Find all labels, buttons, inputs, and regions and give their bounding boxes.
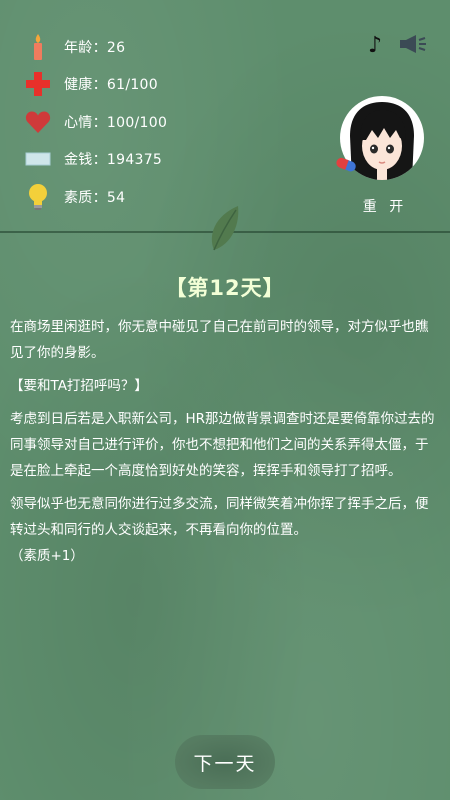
story-paragraph: 领导似乎也无意同你进行过多交流，同样微笑着冲你挥了挥手之后，便转过头和同行的人交… [10,496,429,538]
stat-money: 金钱：194375 [20,141,270,179]
stat-age: 年龄：26 [20,28,270,66]
money-label: 金钱：194375 [64,152,163,169]
event-story: 在商场里闲逛时，你无意中碰见了自己在前司时的领导，对方似乎也瞧见了你的身影。 【… [10,314,438,569]
heart-icon [20,108,56,136]
stat-health: 健康：61/100 [20,66,270,104]
day-title: 【第12天】 [165,276,285,300]
music-note-icon[interactable]: ♪ [368,35,382,57]
health-label: 健康：61/100 [64,77,158,94]
restart-button[interactable]: 重 开 [360,196,410,216]
character-profile [336,96,424,196]
story-paragraph: 在商场里闲逛时，你无意中碰见了自己在前司时的领导，对方似乎也瞧见了你的身影。 [10,319,429,361]
speaker-icon[interactable] [398,34,428,58]
candle-icon [20,33,56,61]
story-question: 【要和TA打招呼吗？】 [10,378,148,394]
age-label: 年龄：26 [64,39,126,56]
story-effect: （素质+1） [10,548,84,564]
health-cross-icon [20,70,56,98]
stat-mood: 心情：100/100 [20,103,270,141]
lightbulb-icon [20,183,56,211]
story-paragraph: 考虑到日后若是入职新公司，HR那边做背景调查时还是要倚靠你过去的同事领导对自己进… [10,411,435,479]
pill-icon [334,156,360,178]
next-day-button[interactable]: 下一天 [175,735,275,789]
top-toolbar: ♪ [368,34,428,58]
leaf-icon [206,204,242,256]
quality-label: 素质：54 [64,189,126,206]
stats-panel: 年龄：26 健康：61/100 心情：100/100 金钱：194375 素质：… [20,28,270,216]
money-card-icon [20,145,56,173]
mood-label: 心情：100/100 [64,114,168,131]
